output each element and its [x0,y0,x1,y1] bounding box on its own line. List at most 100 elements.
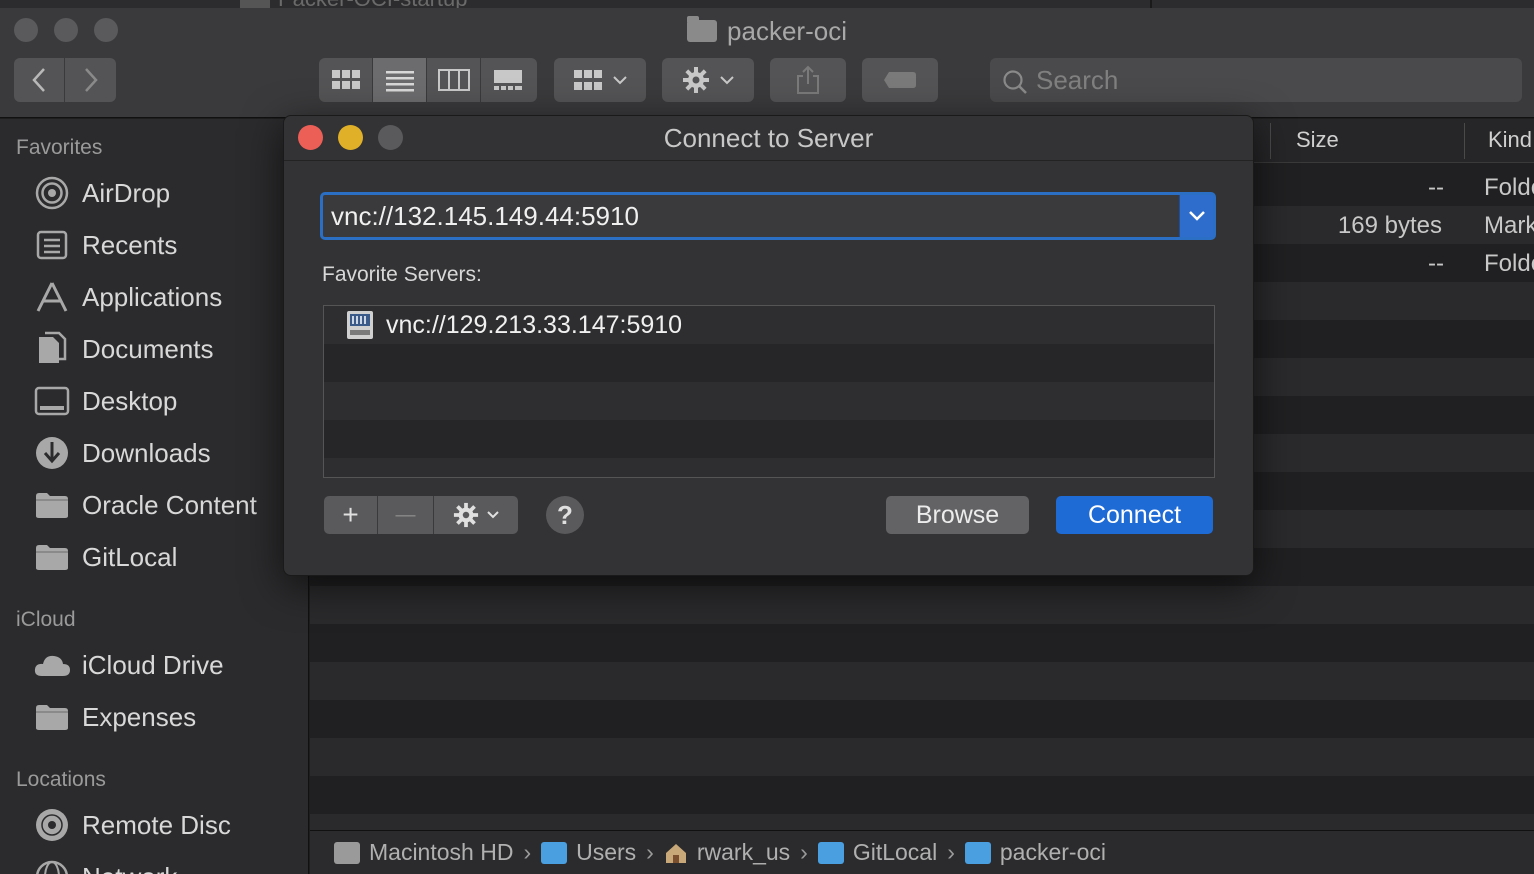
favorites-action-button[interactable] [434,496,518,534]
sidebar-item-documents[interactable]: Documents [32,329,214,369]
sidebar-item-label: iCloud Drive [82,649,224,680]
folder-icon [964,841,991,864]
share-icon [797,65,819,94]
chevron-down-icon [720,76,734,85]
grid-icon [331,70,360,89]
sidebar-item-recents[interactable]: Recents [32,225,177,265]
columns-icon [437,69,470,91]
chevron-down-icon [487,511,499,519]
file-size: -- [1428,174,1444,201]
share-button[interactable] [770,58,846,102]
folder-icon [36,545,68,570]
path-bar: Macintosh HD › Users › rwark_us › GitLoc… [310,830,1534,874]
sidebar-item-remote-disc[interactable]: Remote Disc [32,805,231,845]
sidebar-item-label: AirDrop [82,177,171,208]
path-crumb-gitlocal[interactable]: GitLocal [817,839,937,866]
sidebar-item-gitlocal[interactable]: GitLocal [32,537,177,577]
view-mode-control [319,58,537,102]
sidebar-item-label: Network [82,862,177,874]
folder-icon [817,841,844,864]
connect-button[interactable]: Connect [1056,496,1213,534]
back-button[interactable] [14,58,65,102]
sidebar-item-airdrop[interactable]: AirDrop [32,173,170,213]
sidebar-item-applications[interactable]: Applications [32,277,222,317]
sidebar-item-downloads[interactable]: Downloads [32,433,211,473]
sidebar-item-expenses[interactable]: Expenses [32,697,196,737]
search-icon [1003,70,1027,94]
server-address-combobox[interactable] [320,192,1216,240]
list-icon [385,71,414,92]
search-placeholder: Search [1036,64,1119,95]
tags-button[interactable] [862,58,938,102]
sidebar-item-label: GitLocal [82,541,178,572]
sidebar-item-desktop[interactable]: Desktop [32,381,177,421]
column-view-button[interactable] [427,58,481,102]
list-view-button[interactable] [373,58,427,102]
network-icon [36,860,68,874]
file-kind: Markdown [1484,212,1534,239]
sidebar-section-locations: Locations [16,768,106,791]
applications-icon [36,282,68,312]
sidebar: Favorites AirDrop Recents Applications D… [0,119,309,874]
favorite-server-address: vnc://129.213.33.147:5910 [386,311,683,339]
background-window-title: Packer-OCI-startup [240,0,468,8]
users-folder-icon [541,841,568,864]
sidebar-item-label: Recents [82,229,178,260]
folder-icon [687,16,718,42]
hard-drive-icon [334,841,360,864]
path-crumb-users[interactable]: Users [541,839,636,866]
sidebar-item-label: Oracle Content [82,489,257,520]
empty-row [310,662,1534,700]
column-header-size[interactable]: Size [1296,127,1339,153]
action-menu-button[interactable] [662,58,754,102]
cloud-icon [34,655,70,676]
group-icon [574,70,602,90]
dialog-title: Connect to Server [663,123,874,153]
sidebar-section-icloud: iCloud [16,608,76,631]
sidebar-item-label: Remote Disc [82,809,231,840]
column-header-kind[interactable]: Kind [1488,127,1532,153]
file-size: 169 bytes [1337,212,1442,239]
remove-favorite-button[interactable]: — [378,496,434,534]
server-address-input[interactable] [323,195,1179,237]
forward-button[interactable] [65,58,116,102]
favorites-edit-control: + — [324,496,518,534]
browse-button[interactable]: Browse [886,496,1029,534]
tag-icon [884,72,916,88]
recents-icon [36,230,68,260]
folder-icon [36,705,68,730]
gallery-icon [494,70,522,90]
gear-icon [683,67,709,93]
sidebar-item-label: Documents [82,333,214,364]
finder-toolbar: Packer-OCI-startup packer-oci [0,0,1534,118]
chevron-left-icon [32,68,45,92]
path-crumb-macintosh-hd[interactable]: Macintosh HD [334,839,513,866]
sidebar-item-label: Applications [82,281,223,312]
empty-row [324,458,1214,477]
file-size: -- [1428,250,1444,277]
list-item[interactable]: vnc://129.213.33.147:5910 [324,306,1214,344]
add-favorite-button[interactable]: + [324,496,378,534]
desktop-icon [34,386,70,416]
icon-view-button[interactable] [319,58,373,102]
sidebar-item-network[interactable]: Network [32,857,177,874]
chevron-down-icon [613,76,627,85]
search-field[interactable]: Search [990,58,1522,102]
group-by-button[interactable] [554,58,646,102]
sidebar-item-icloud-drive[interactable]: iCloud Drive [32,645,224,685]
gallery-view-button[interactable] [481,58,535,102]
favorite-servers-label: Favorite Servers: [322,263,482,286]
sidebar-section-favorites: Favorites [16,136,103,159]
favorite-servers-list: vnc://129.213.33.147:5910 [323,305,1215,478]
home-icon [665,843,686,863]
help-button[interactable]: ? [546,496,584,534]
recent-servers-dropdown-button[interactable] [1179,195,1213,237]
screen: Packer-OCI-startup packer-oci [0,0,1534,874]
path-crumb-packer-oci[interactable]: packer-oci [964,839,1106,866]
connect-to-server-dialog: Connect to Server Favorite Servers: vnc:… [283,115,1254,576]
disc-icon [36,809,68,841]
sidebar-item-oracle-content[interactable]: Oracle Content [32,485,257,525]
sidebar-item-label: Downloads [82,437,211,468]
path-crumb-home[interactable]: rwark_us [664,839,790,866]
server-icon [347,311,373,339]
